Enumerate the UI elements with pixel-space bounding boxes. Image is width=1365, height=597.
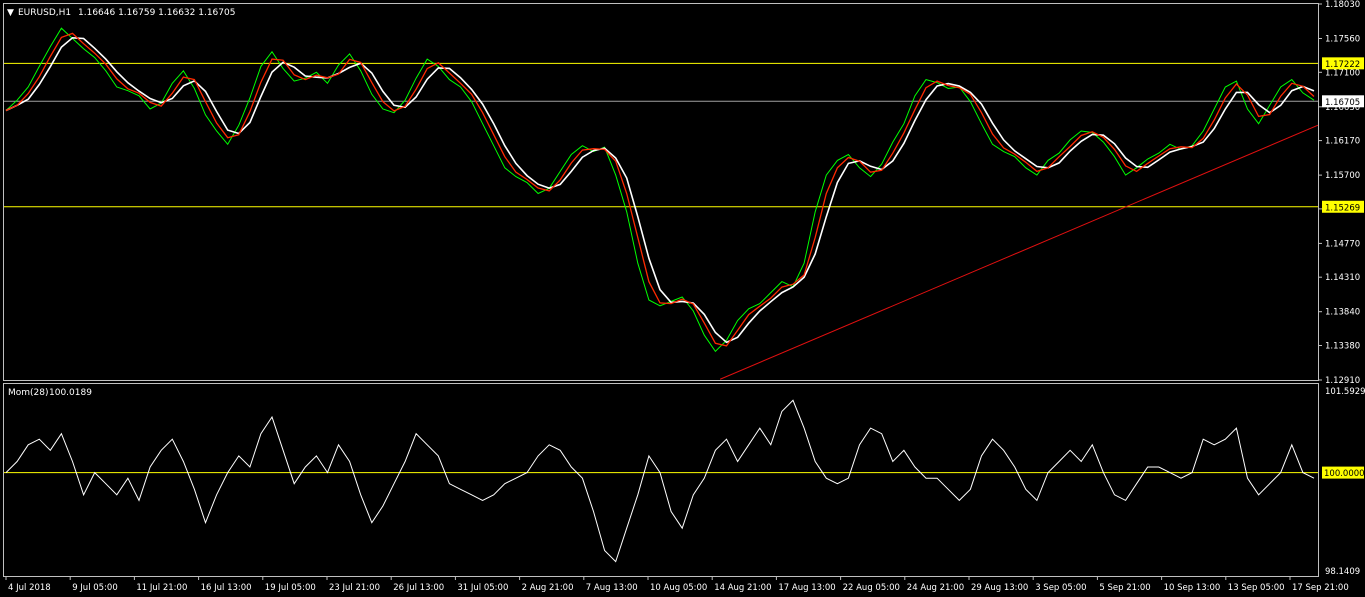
time-tick-label: 7 Aug 13:00 — [586, 583, 638, 593]
indicator-name: Mom(28) — [8, 388, 49, 398]
current-price-tag: 1.16705 — [1325, 98, 1360, 108]
price-tick-label: 1.13840 — [1325, 308, 1360, 318]
time-tick-label: 26 Jul 13:00 — [393, 583, 444, 593]
time-axis[interactable]: 4 Jul 2018 9 Jul 05:00 11 Jul 21:00 16 Jul … — [5, 576, 1349, 593]
momentum-level-tag: 100.0000 — [1324, 469, 1365, 479]
price-tick-label: 1.14770 — [1325, 239, 1360, 249]
price-tick-label: 1.16170 — [1325, 137, 1360, 147]
price-tick-label: 1.14310 — [1325, 273, 1360, 283]
time-tick-label: 17 Sep 21:00 — [1292, 583, 1349, 593]
time-tick-label: 23 Jul 21:00 — [329, 583, 380, 593]
indicator-tick-label: 98.1409 — [1325, 567, 1360, 577]
indicator-value: 100.0189 — [49, 388, 92, 398]
price-tick-label: 1.13380 — [1325, 341, 1360, 351]
time-tick-label: 24 Aug 21:00 — [907, 583, 964, 593]
level-tag-1: 1.15269 — [1325, 203, 1360, 213]
time-tick-label: 2 Aug 21:00 — [522, 583, 574, 593]
time-tick-label: 13 Sep 05:00 — [1228, 583, 1285, 593]
price-tick-label: 1.15700 — [1325, 171, 1360, 181]
time-tick-label: 10 Aug 05:00 — [650, 583, 707, 593]
time-tick-label: 22 Aug 05:00 — [843, 583, 900, 593]
trend-line[interactable] — [719, 124, 1319, 380]
time-tick-label: 16 Jul 13:00 — [201, 583, 252, 593]
momentum-series-line — [5, 399, 1315, 563]
chart-canvas[interactable]: ▼ EURUSD,H1 1.16646 1.16759 1.16632 1.16… — [0, 0, 1365, 597]
indicator-tick-label: 101.5929 — [1325, 387, 1365, 397]
moving-average-fast-line — [5, 32, 1315, 347]
time-tick-label: 19 Jul 05:00 — [265, 583, 316, 593]
indicator-pane[interactable]: Mom(28) 100.0189 — [3, 383, 1319, 577]
main-level-lines — [4, 62, 1318, 208]
time-tick-label: 11 Jul 21:00 — [136, 583, 187, 593]
indicator-header: Mom(28) 100.0189 — [8, 388, 92, 398]
collapse-icon[interactable]: ▼ — [7, 8, 14, 18]
time-tick-label: 5 Sep 21:00 — [1099, 583, 1150, 593]
price-tick-label: 1.18030 — [1325, 0, 1360, 10]
time-tick-label: 14 Aug 21:00 — [714, 583, 771, 593]
ohlc-values: 1.16646 1.16759 1.16632 1.16705 — [78, 8, 235, 18]
moving-average-slow-line — [5, 36, 1315, 344]
time-tick-label: 4 Jul 2018 — [8, 583, 51, 593]
time-tick-label: 29 Aug 13:00 — [971, 583, 1028, 593]
main-pane[interactable]: ▼ EURUSD,H1 1.16646 1.16759 1.16632 1.16… — [3, 3, 1319, 381]
price-tick-label: 1.17560 — [1325, 35, 1360, 45]
time-tick-label: 31 Jul 05:00 — [457, 583, 508, 593]
main-pane-border — [3, 3, 1319, 381]
time-tick-label: 10 Sep 13:00 — [1164, 583, 1221, 593]
price-tick-label: 1.12910 — [1325, 376, 1360, 386]
time-tick-label: 9 Jul 05:00 — [72, 583, 118, 593]
indicator-pane-border — [3, 383, 1319, 577]
symbol-label: EURUSD,H1 — [18, 8, 71, 18]
level-tag-0: 1.17222 — [1325, 60, 1360, 70]
price-tags: 1.17222 1.15269 1.16705 100.0000 — [1322, 57, 1365, 479]
chart-header: ▼ EURUSD,H1 1.16646 1.16759 1.16632 1.16… — [7, 8, 235, 18]
time-tick-label: 3 Sep 05:00 — [1035, 583, 1086, 593]
time-tick-label: 17 Aug 13:00 — [778, 583, 835, 593]
indicator-axis[interactable]: 101.5929 98.1409 — [1325, 387, 1365, 577]
